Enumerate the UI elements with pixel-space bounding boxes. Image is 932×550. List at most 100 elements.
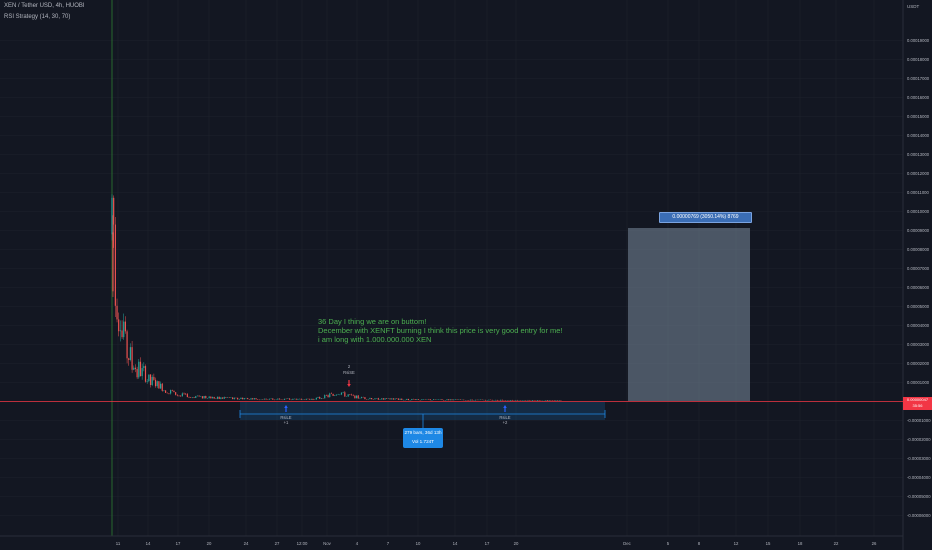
price-tick-label: 0.00010000 — [907, 209, 930, 214]
candle-body — [369, 398, 371, 400]
candle-body — [384, 398, 386, 400]
candle-body — [305, 398, 307, 400]
candle-body — [546, 400, 549, 401]
candle-body — [141, 368, 143, 377]
current-price-countdown: 35:56 — [912, 403, 923, 408]
candle-body — [136, 368, 138, 378]
candle-body — [501, 399, 503, 401]
candle-body — [397, 398, 400, 400]
price-tick-label: 0.00014000 — [907, 133, 930, 138]
candle-body — [134, 367, 137, 369]
price-tick-label: -0.00004000 — [907, 475, 931, 480]
signal-qty: +2 — [503, 420, 508, 425]
candle-body — [469, 399, 472, 401]
measure-zone[interactable] — [628, 228, 750, 401]
candle-body — [433, 399, 435, 401]
candle-body — [327, 395, 329, 398]
candle-body — [138, 361, 140, 378]
candle-body — [143, 366, 145, 369]
candle-body — [315, 397, 317, 400]
time-tick-label: 10 — [416, 541, 421, 546]
candle-body — [149, 374, 152, 385]
time-tick-label: 26 — [872, 541, 877, 546]
candle-body — [186, 394, 188, 397]
candle-body — [176, 394, 178, 396]
candle-body — [406, 398, 408, 400]
candle-body — [112, 232, 114, 292]
candle-body — [272, 398, 274, 400]
time-tick-label: 5 — [667, 541, 670, 546]
price-tick-label: 0.00004000 — [907, 323, 930, 328]
price-tick-label: 0.00006000 — [907, 285, 930, 290]
candle-body — [154, 379, 157, 387]
short-signal-arrow — [347, 380, 351, 387]
candle-body — [121, 330, 123, 338]
price-tick-label: 0.00008000 — [907, 247, 930, 252]
candle-body — [545, 400, 547, 401]
candle-body — [364, 397, 366, 400]
candle-body — [118, 319, 120, 332]
candle-body — [354, 395, 356, 399]
candle-body — [453, 399, 455, 401]
candle-body — [319, 397, 321, 399]
candle-body — [531, 400, 534, 401]
candle-body — [181, 393, 183, 397]
text-note[interactable]: 36 Day I thing we are on buttom! Decembe… — [318, 317, 563, 345]
candle-body — [441, 399, 443, 401]
price-chart[interactable]: RsiLE+1RsiSE2RsiLE+2 11 14 17 20 24 27 12:00 No… — [0, 0, 932, 550]
candle-body — [144, 366, 147, 382]
candle-body — [548, 400, 550, 401]
candle-body — [146, 381, 148, 382]
candle-body — [310, 398, 312, 400]
price-tick-label: 0.00016000 — [907, 95, 930, 100]
candle-body — [268, 398, 271, 400]
candle-body — [111, 197, 113, 235]
time-tick-label: 12:00 — [297, 541, 308, 546]
price-axis-unit: USDT — [907, 4, 920, 9]
price-tick-label: -0.00002000 — [907, 437, 931, 442]
price-tick-label: 0.00018000 — [907, 57, 930, 62]
price-tick-label: -0.00005000 — [907, 494, 931, 499]
candle-body — [151, 376, 153, 385]
indicator-title[interactable]: RSI Strategy (14, 30, 70) — [4, 14, 70, 20]
note-line-3: i am long with 1.000.000.000 XEN — [318, 335, 432, 344]
candle-body — [240, 397, 242, 399]
date-range-box[interactable] — [240, 402, 605, 420]
candle-body — [292, 398, 294, 400]
candle-body — [317, 397, 319, 398]
time-tick-label: 27 — [275, 541, 280, 546]
candles-group — [111, 194, 562, 402]
candle-body — [278, 398, 281, 400]
candle-body — [312, 398, 314, 400]
date-range-bars: 279 bars, 36d 13h — [404, 430, 442, 435]
candle-body — [488, 399, 490, 401]
candle-body — [129, 347, 132, 360]
candle-body — [233, 397, 235, 400]
candle-body — [232, 397, 234, 400]
candle-body — [252, 398, 254, 400]
candle-body — [213, 397, 215, 399]
candle-body — [223, 397, 225, 399]
candle-body — [536, 400, 539, 401]
candle-body — [416, 399, 418, 400]
time-tick-label: Dec — [623, 541, 631, 546]
candle-body — [139, 361, 142, 377]
time-tick-label: 8 — [698, 541, 701, 546]
date-range-label: 279 bars, 36d 13h Vol 1.724T — [403, 428, 443, 448]
candle-body — [201, 396, 204, 399]
candle-body — [484, 399, 487, 401]
time-tick-label: 17 — [176, 541, 181, 546]
price-tick-label: 0.00011000 — [907, 190, 929, 195]
price-tick-label: 0.00015000 — [907, 114, 930, 119]
candle-body — [340, 392, 343, 395]
candle-body — [401, 398, 403, 401]
date-range-tool[interactable] — [239, 402, 606, 428]
candle-body — [247, 398, 249, 400]
price-tick-label: 0.00013000 — [907, 152, 930, 157]
symbol-title[interactable]: XEN / Tether USD, 4h, HUOBI — [4, 3, 85, 9]
price-axis: USDT 0.00019000 0.00018000 0.00017000 0.0001… — [907, 4, 931, 518]
price-tick-label: 0.00003000 — [907, 342, 930, 347]
time-tick-label: 4 — [356, 541, 359, 546]
candle-body — [399, 398, 401, 400]
price-tick-label: -0.00003000 — [907, 456, 931, 461]
